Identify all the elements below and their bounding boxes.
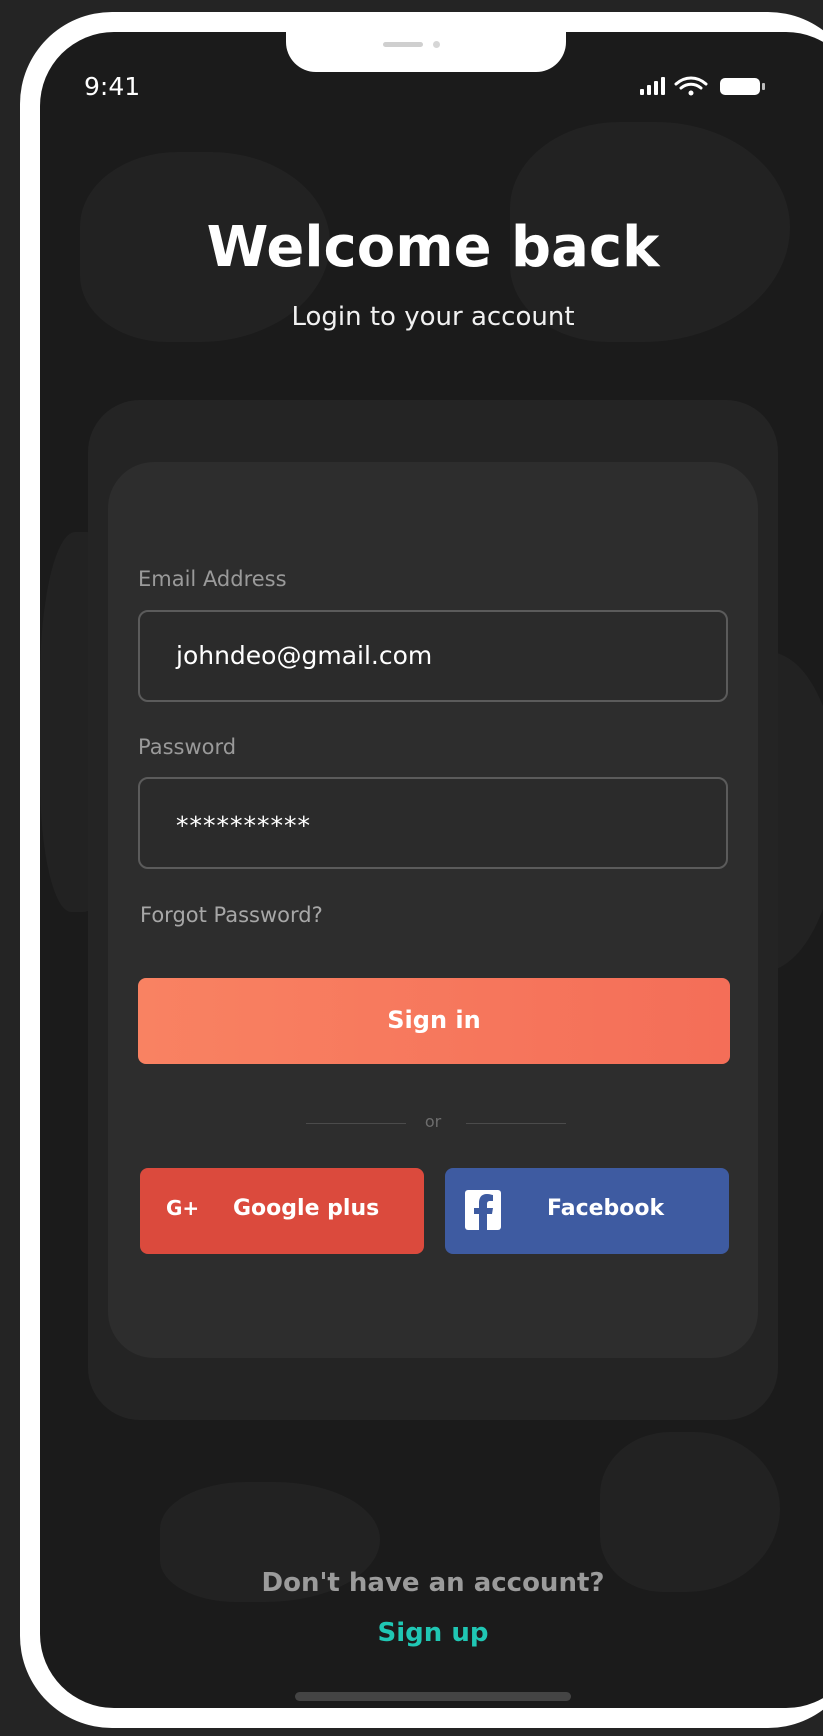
email-value: johndeo@gmail.com: [176, 641, 433, 670]
facebook-button[interactable]: Facebook: [445, 1168, 729, 1254]
divider-or-text: or: [424, 1112, 442, 1131]
page-title: Welcome back: [206, 215, 660, 280]
signal-bars-icon: [640, 77, 665, 95]
password-value: **********: [176, 811, 311, 840]
front-camera: [433, 41, 440, 48]
home-indicator: [295, 1692, 571, 1701]
status-icons: [640, 74, 780, 98]
google-plus-button[interactable]: G+ Google plus: [140, 1168, 424, 1254]
forgot-password-link[interactable]: Forgot Password?: [140, 903, 323, 927]
battery-icon: [720, 78, 765, 95]
sign-in-button[interactable]: Sign in: [138, 978, 730, 1064]
password-field[interactable]: **********: [138, 777, 728, 869]
divider-line-right: [466, 1123, 566, 1124]
signup-prompt: Don't have an account?: [261, 1568, 605, 1598]
password-label: Password: [138, 735, 237, 759]
email-label: Email Address: [138, 567, 287, 591]
google-plus-icon: G+: [166, 1196, 200, 1220]
app-stage: 9:41 Welcome back Login to your account …: [0, 0, 823, 1736]
google-plus-label: Google plus: [233, 1196, 380, 1221]
wifi-icon: [674, 76, 708, 96]
divider-line-left: [306, 1123, 406, 1124]
email-field[interactable]: johndeo@gmail.com: [138, 610, 728, 702]
facebook-icon: [465, 1190, 501, 1230]
page-subtitle: Login to your account: [291, 302, 575, 332]
signup-link[interactable]: Sign up: [0, 1618, 823, 1648]
sign-in-label: Sign in: [387, 1006, 481, 1034]
facebook-label: Facebook: [547, 1196, 665, 1221]
phone-notch: [286, 32, 566, 72]
status-time: 9:41: [84, 72, 141, 101]
speaker-grille: [383, 42, 423, 47]
